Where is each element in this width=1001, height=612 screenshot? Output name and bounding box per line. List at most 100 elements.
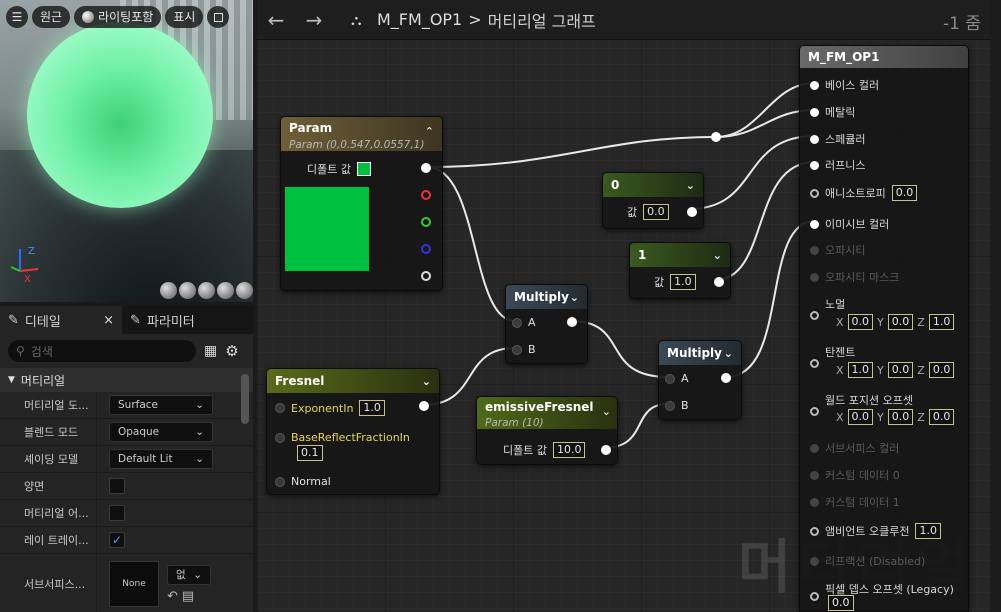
show-button[interactable]: 표시 <box>165 6 204 28</box>
node-title[interactable]: emissiveFresnel Param (10) <box>477 397 617 429</box>
input-roughness[interactable]: 러프니스 <box>810 157 865 173</box>
back-arrow-icon[interactable]: ← <box>257 8 295 32</box>
lighting-button[interactable]: 라이팅포함 <box>74 6 162 28</box>
input-pin-a[interactable]: A <box>512 316 536 329</box>
exponent-value-field[interactable]: 1.0 <box>359 400 385 416</box>
emissive-value-field[interactable]: 10.0 <box>552 442 586 458</box>
pin-dot[interactable] <box>810 160 819 170</box>
output-pin-g[interactable] <box>421 217 431 227</box>
sphere-shape-icon[interactable] <box>179 282 196 299</box>
anisotropy-value-field[interactable]: 0.0 <box>891 185 918 201</box>
output-pin-b[interactable] <box>421 244 431 254</box>
node-title[interactable]: 1 ⌄ <box>630 243 730 267</box>
pin-dot[interactable] <box>275 403 285 413</box>
node-emissive-fresnel[interactable]: emissiveFresnel Param (10) ⌄ 디폴트 값 10.0 <box>476 396 618 465</box>
table-view-icon[interactable]: ▦ <box>204 343 217 359</box>
pin-dot[interactable] <box>665 400 675 411</box>
input-tangent[interactable]: 탄젠트 <box>810 344 855 360</box>
section-material[interactable]: ▼ 머티리얼 <box>0 368 253 392</box>
output-pin[interactable] <box>713 277 724 287</box>
output-pin[interactable] <box>721 373 731 383</box>
output-pin-r[interactable] <box>421 190 431 200</box>
chevron-down-icon[interactable]: ⌄ <box>570 291 579 304</box>
input-normal-pin[interactable] <box>810 311 819 320</box>
output-pin[interactable] <box>601 445 612 455</box>
material-attributes-checkbox[interactable] <box>109 505 125 521</box>
search-input[interactable]: ⚲ 검색 <box>8 340 196 362</box>
input-anisotropy[interactable]: 애니소트로피 0.0 <box>810 185 918 201</box>
pin-dot[interactable] <box>810 80 819 90</box>
perspective-button[interactable]: 원근 <box>32 6 71 28</box>
wpo-z-field[interactable]: 0.0 <box>928 409 955 425</box>
viewport-extra-button[interactable] <box>207 6 230 28</box>
tab-details[interactable]: ✎ 디테일 × <box>0 306 122 334</box>
node-multiply-1[interactable]: Multiply ⌄ A B <box>505 284 588 364</box>
tangent-x-field[interactable]: 1.0 <box>847 362 874 378</box>
input-tangent-pin[interactable] <box>810 359 819 368</box>
chevron-down-icon[interactable]: ⌄ <box>422 375 431 388</box>
cylinder-shape-icon[interactable] <box>160 282 177 299</box>
input-ambient-occlusion[interactable]: 앰비언트 오클루전 1.0 <box>810 523 941 539</box>
node-param[interactable]: Param Param (0,0.547,0.0557,1) ⌃ 디폴트 값 <box>280 116 443 291</box>
material-preview-viewport[interactable]: ☰ 원근 라이팅포함 표시 Z X <box>0 0 253 302</box>
node-fresnel[interactable]: Fresnel ⌄ ExponentIn 1.0 BaseReflectFrac… <box>266 368 440 495</box>
pin-dot[interactable] <box>512 317 522 328</box>
input-normal[interactable]: 노멀 <box>810 296 845 312</box>
input-base-color[interactable]: 베이스 컬러 <box>810 77 879 93</box>
wpo-y-field[interactable]: 0.0 <box>887 409 914 425</box>
normal-x-field[interactable]: 0.0 <box>847 314 874 330</box>
custom-mesh-icon[interactable] <box>236 282 253 299</box>
input-pin-a[interactable]: A <box>665 372 689 385</box>
ambient-occlusion-value-field[interactable]: 1.0 <box>915 523 941 539</box>
chevron-down-icon[interactable]: ⌄ <box>602 405 611 418</box>
breadcrumb-asset[interactable]: M_FM_OP1 <box>377 10 462 29</box>
input-world-position-offset[interactable]: 월드 포지션 오프셋 <box>810 392 913 408</box>
normal-z-field[interactable]: 1.0 <box>928 314 955 330</box>
gear-icon[interactable]: ⚙ <box>225 342 238 360</box>
normal-y-field[interactable]: 0.0 <box>887 314 914 330</box>
pin-dot[interactable] <box>810 107 819 117</box>
collapse-icon[interactable]: ⌃ <box>425 125 434 138</box>
pin-dot[interactable] <box>665 373 675 384</box>
pin-dot[interactable] <box>810 219 819 229</box>
cube-shape-icon[interactable] <box>217 282 234 299</box>
tab-parameters[interactable]: ✎ 파라미터 <box>122 306 203 334</box>
input-wpo-pin[interactable] <box>810 407 819 416</box>
chevron-down-icon[interactable]: ⌄ <box>686 179 695 192</box>
node-title[interactable]: M_FM_OP1 <box>800 46 968 68</box>
pin-dot[interactable] <box>275 432 285 443</box>
color-swatch[interactable] <box>356 162 371 176</box>
input-pin-b[interactable]: B <box>665 399 689 412</box>
input-pdo-pin[interactable] <box>810 592 819 601</box>
close-icon[interactable]: × <box>103 313 114 328</box>
input-pin-base-reflect[interactable]: BaseReflectFractionIn <box>275 431 410 444</box>
input-pin-exponent[interactable]: ExponentIn 1.0 <box>275 400 385 416</box>
reset-arrow-icon[interactable]: ↶ <box>167 589 178 604</box>
right-side-panel-strip[interactable] <box>990 0 1001 612</box>
node-title[interactable]: Multiply ⌄ <box>506 285 587 309</box>
pin-dot[interactable] <box>810 526 819 536</box>
details-scrollbar[interactable] <box>241 374 249 424</box>
input-pin-normal[interactable]: Normal <box>275 475 331 488</box>
node-multiply-2[interactable]: Multiply ⌄ A B <box>658 340 742 420</box>
browse-folder-icon[interactable]: ▤ <box>182 589 194 604</box>
chevron-down-icon[interactable]: ⌄ <box>713 249 722 262</box>
node-constant-0[interactable]: 0 ⌄ 값 0.0 <box>602 172 704 229</box>
pin-dot[interactable] <box>275 476 285 487</box>
tangent-z-field[interactable]: 0.0 <box>928 362 955 378</box>
ray-tracing-checkbox[interactable]: ✓ <box>109 532 125 548</box>
viewport-menu-button[interactable]: ☰ <box>6 6 28 28</box>
plane-shape-icon[interactable] <box>198 282 215 299</box>
subsurface-asset-thumbnail[interactable]: None <box>109 561 159 607</box>
pin-dot[interactable] <box>512 344 522 355</box>
input-metallic[interactable]: 메탈릭 <box>810 104 855 120</box>
node-title[interactable]: 0 ⌄ <box>603 173 703 197</box>
input-specular[interactable]: 스페큘러 <box>810 131 865 147</box>
tangent-y-field[interactable]: 0.0 <box>887 362 914 378</box>
constant-value-field[interactable]: 1.0 <box>670 274 696 290</box>
subsurface-asset-dropdown[interactable]: 없 ⌄ <box>167 564 211 585</box>
output-pin-rgb[interactable] <box>421 163 431 173</box>
output-pin[interactable] <box>567 317 577 327</box>
input-pin-b[interactable]: B <box>512 343 536 356</box>
shading-model-dropdown[interactable]: Default Lit ⌄ <box>109 449 213 469</box>
